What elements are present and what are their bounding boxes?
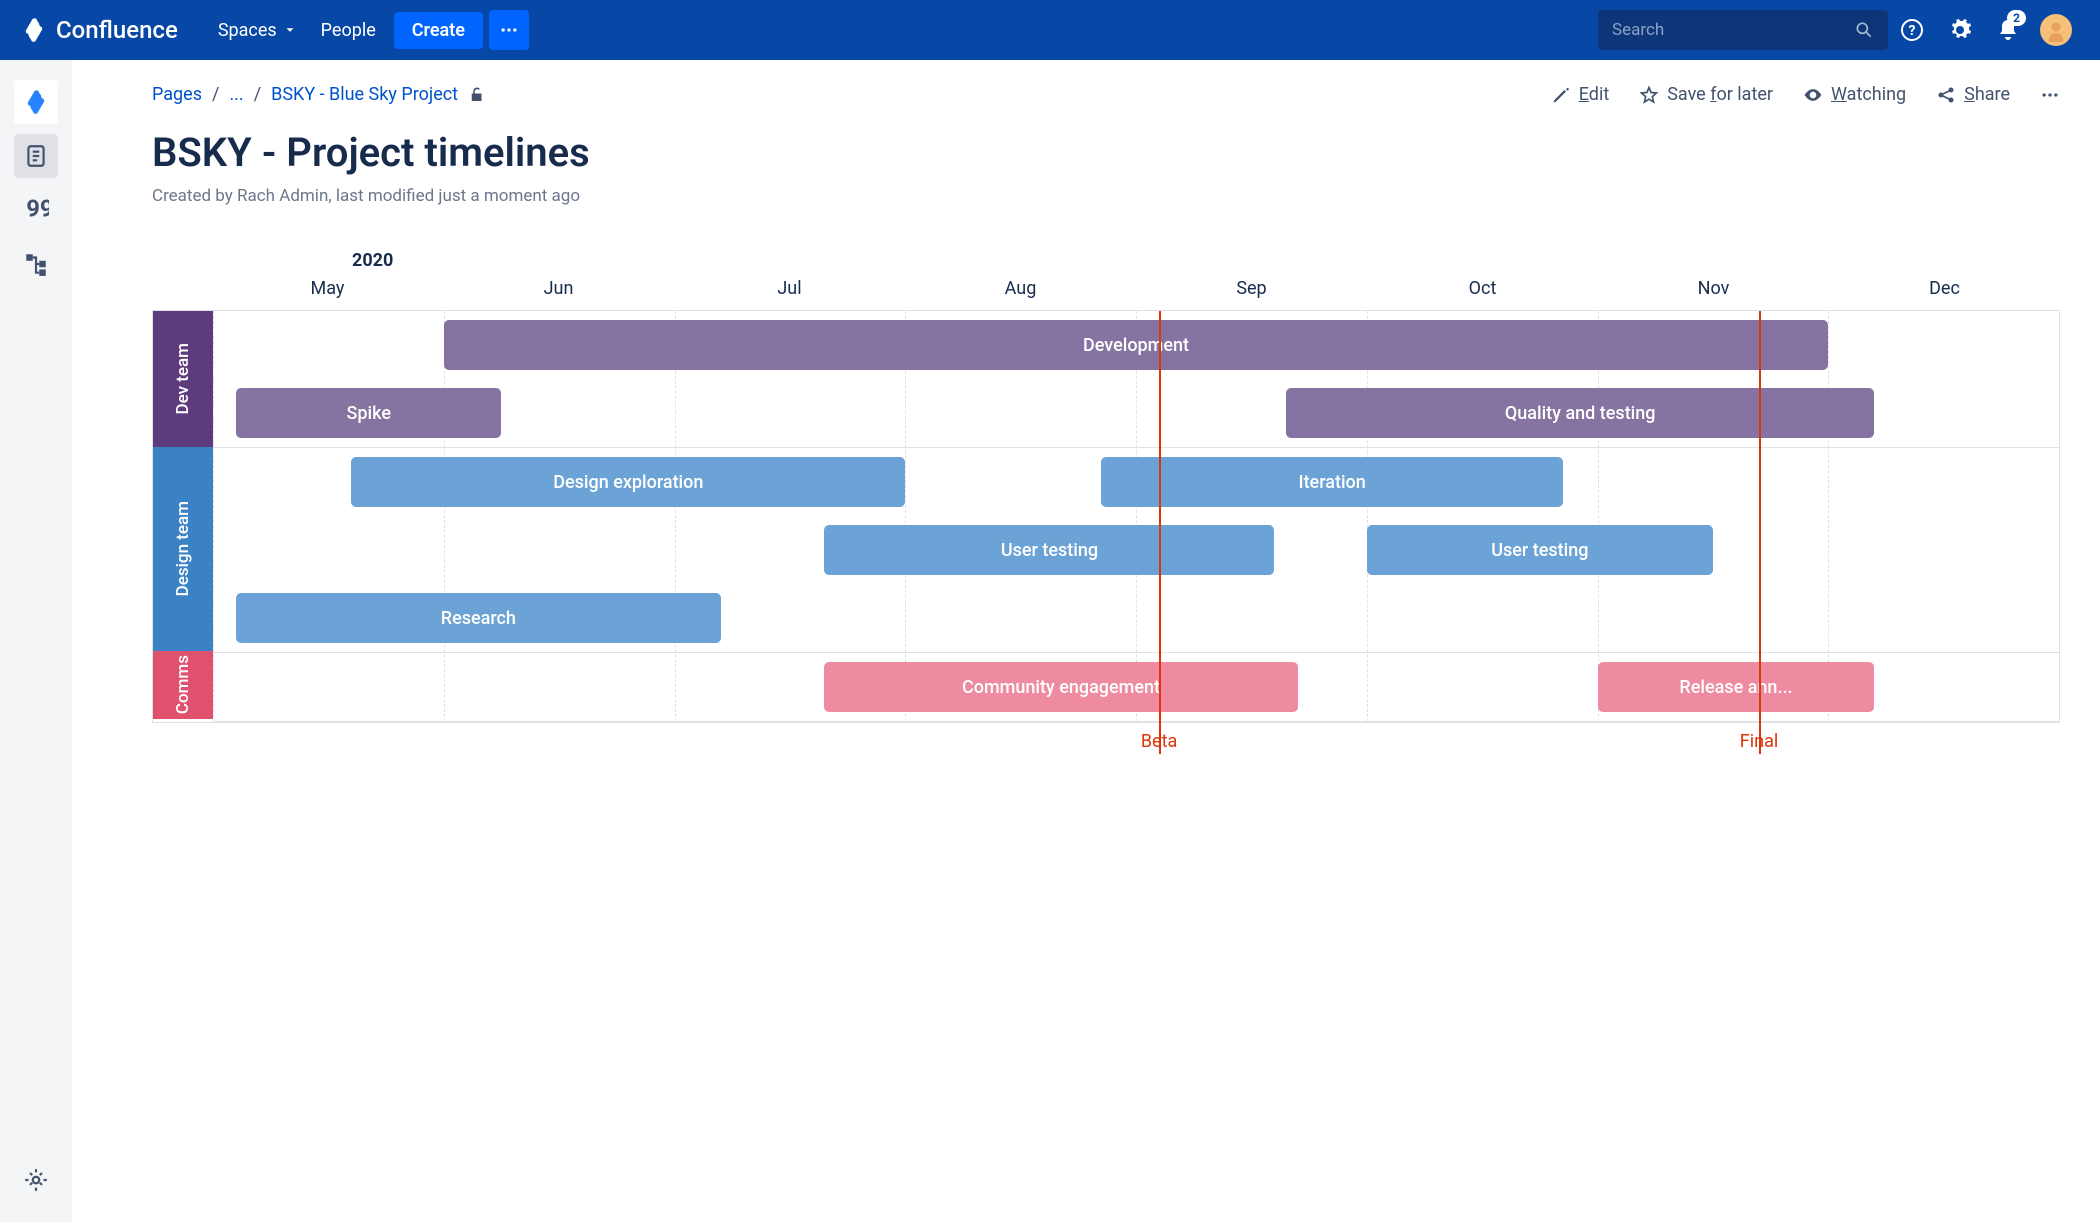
lane-label: Dev team (153, 311, 213, 447)
save-for-later-button[interactable]: Save for later (1639, 84, 1773, 105)
page-title: BSKY - Project timelines (152, 129, 2060, 176)
svg-text:99: 99 (26, 197, 49, 223)
crumb-pages[interactable]: Pages (152, 84, 202, 105)
roadmap-bar[interactable]: User testing (1367, 525, 1713, 575)
confluence-icon (22, 88, 50, 116)
roadmap-marker (1759, 311, 1761, 754)
star-icon (1639, 85, 1659, 105)
unlock-icon[interactable] (468, 86, 486, 104)
roadmap-bar[interactable]: Quality and testing (1286, 388, 1874, 438)
crumb-parent[interactable]: BSKY - Blue Sky Project (271, 84, 458, 105)
axis-month: Jun (443, 278, 674, 310)
brand-name: Confluence (56, 16, 178, 44)
page-actions: Edit Save for later Watching Share (1551, 84, 2060, 105)
pencil-icon (1551, 85, 1571, 105)
search-icon (1854, 20, 1874, 40)
space-logo[interactable] (14, 80, 58, 124)
settings-button[interactable] (1936, 6, 1984, 54)
edit-button[interactable]: Edit (1551, 84, 1610, 105)
tree-icon (23, 251, 49, 277)
page-meta: Created by Rach Admin, last modified jus… (152, 186, 2060, 206)
gear-icon (1948, 18, 1972, 42)
help-button[interactable]: ? (1888, 6, 1936, 54)
roadmap-lane: Design exploration Iteration User testing U… (213, 448, 2059, 653)
brand-logo[interactable]: Confluence (20, 16, 178, 44)
nav-people[interactable]: People (309, 12, 388, 49)
roadmap-bar[interactable]: Community engagement (824, 662, 1297, 712)
more-actions-button[interactable] (2040, 85, 2060, 105)
notifications-button[interactable]: 2 (1984, 6, 2032, 54)
axis-month: Dec (1829, 278, 2060, 310)
roadmap-axis: MayJunJulAugSepOctNovDec (212, 250, 2060, 310)
page-icon (23, 143, 49, 169)
chevron-down-icon (283, 23, 297, 37)
roadmap-bar[interactable]: Research (236, 593, 721, 643)
left-rail: 99 (0, 60, 72, 1222)
search-input[interactable]: Search (1598, 10, 1888, 50)
eye-icon (1803, 85, 1823, 105)
rail-pages[interactable] (14, 134, 58, 178)
roadmap-bar[interactable]: Release ann... (1598, 662, 1875, 712)
avatar-icon (2040, 14, 2072, 46)
gear-icon (23, 1167, 49, 1193)
nav-spaces[interactable]: Spaces (206, 12, 309, 49)
breadcrumb: Pages / ... / BSKY - Blue Sky Project (152, 84, 486, 105)
roadmap-lane: Development Spike Quality and testing (213, 311, 2059, 448)
rail-tree[interactable] (14, 242, 58, 286)
notification-badge: 2 (2007, 10, 2026, 26)
dots-icon (499, 20, 519, 40)
top-nav: Confluence Spaces People Create Search ?… (0, 0, 2100, 60)
create-button[interactable]: Create (394, 12, 483, 49)
axis-month: Aug (905, 278, 1136, 310)
quote-icon: 99 (23, 197, 49, 223)
axis-month: Jul (674, 278, 905, 310)
axis-month: Sep (1136, 278, 1367, 310)
roadmap-bar[interactable]: Iteration (1101, 457, 1563, 507)
crumb-ellipsis[interactable]: ... (229, 84, 243, 105)
roadmap-bar[interactable]: Spike (236, 388, 501, 438)
share-button[interactable]: Share (1936, 84, 2010, 105)
roadmap-bar[interactable]: Development (444, 320, 1829, 370)
lane-label: Design team (153, 447, 213, 651)
axis-month: Oct (1367, 278, 1598, 310)
roadmap-bar[interactable]: User testing (824, 525, 1274, 575)
roadmap-marker (1159, 311, 1161, 754)
roadmap-lane: Community engagement Release ann... (213, 653, 2059, 722)
axis-month: Nov (1598, 278, 1829, 310)
lane-label: Comms (153, 651, 213, 719)
profile-avatar[interactable] (2032, 6, 2080, 54)
axis-month: May (212, 278, 443, 310)
nav-more-button[interactable] (489, 10, 529, 50)
roadmap-marker-label: Beta (1141, 731, 1177, 752)
dots-icon (2040, 85, 2060, 105)
help-icon: ? (1900, 18, 1924, 42)
rail-blog[interactable]: 99 (14, 188, 58, 232)
watching-button[interactable]: Watching (1803, 84, 1906, 105)
roadmap-bar[interactable]: Design exploration (351, 457, 905, 507)
share-icon (1936, 85, 1956, 105)
roadmap-marker-label: Final (1740, 731, 1778, 752)
rail-settings[interactable] (14, 1158, 58, 1202)
svg-text:?: ? (1909, 23, 1916, 39)
main-content: Pages / ... / BSKY - Blue Sky Project Ed… (72, 60, 2100, 1222)
roadmap-chart: 2020 MayJunJulAugSepOctNovDec Dev teamDe… (152, 250, 2060, 723)
